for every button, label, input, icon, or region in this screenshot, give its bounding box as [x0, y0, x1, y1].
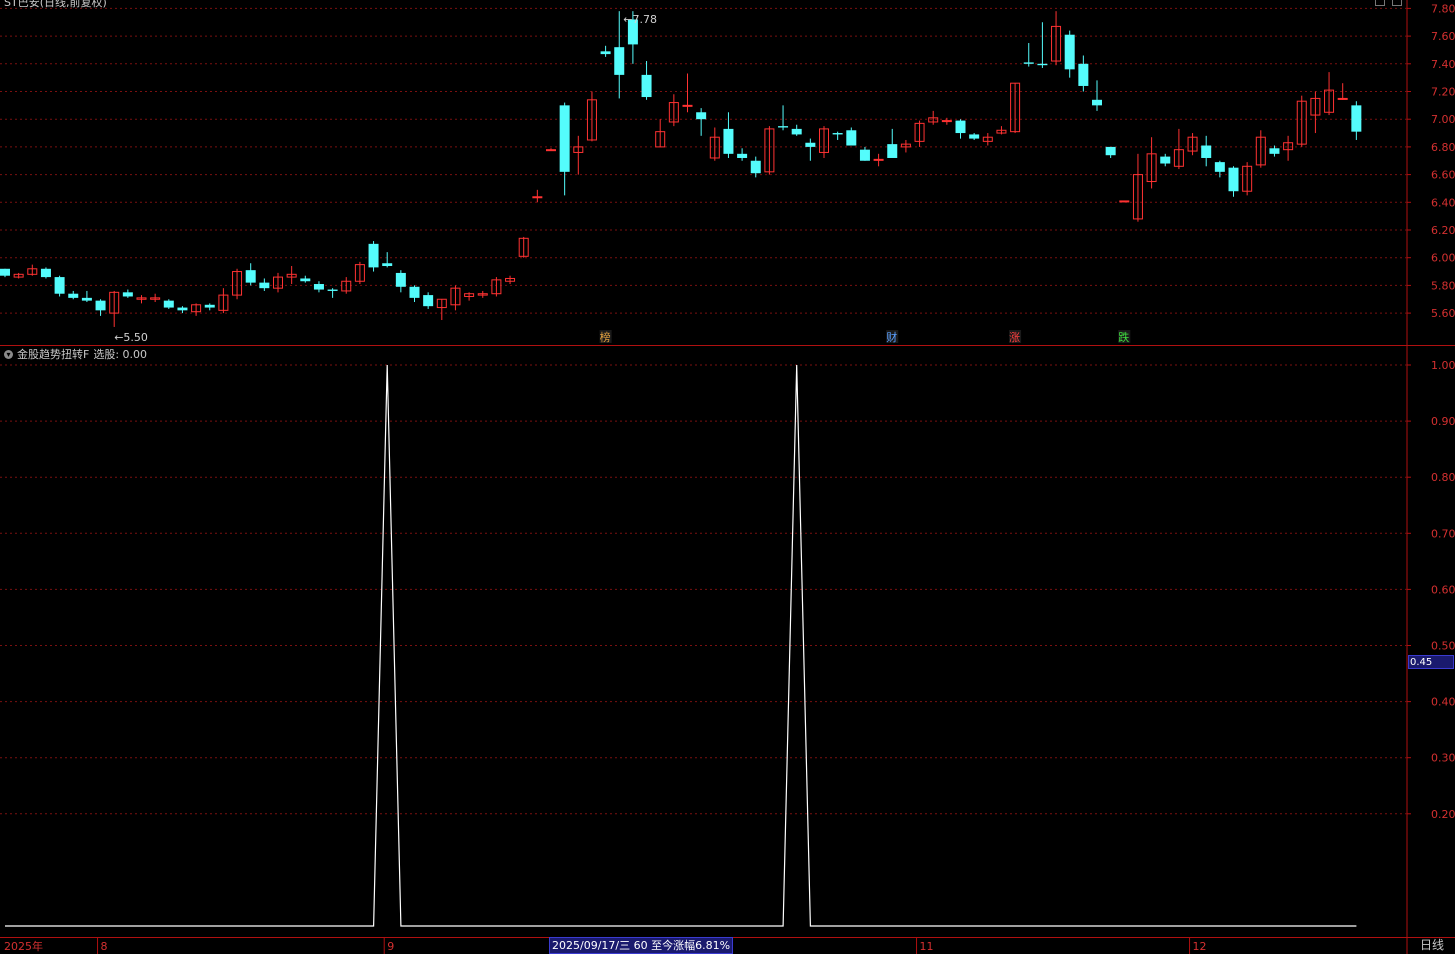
- price-axis-label: 7.20: [1431, 86, 1455, 99]
- candle-body: [313, 284, 324, 290]
- candle-body: [1092, 99, 1102, 106]
- price-axis-label: 6.00: [1431, 252, 1455, 265]
- low-price-annotation: ←5.50: [114, 331, 148, 344]
- indicator-name[interactable]: 金股趋势扭转F: [17, 346, 89, 362]
- candle-body: [1160, 156, 1171, 164]
- candle-body: [327, 289, 338, 291]
- candle-body: [791, 128, 802, 135]
- candle-body: [723, 128, 734, 154]
- candle-body: [0, 268, 10, 276]
- price-axis-label: 6.80: [1431, 141, 1455, 154]
- candle-body: [682, 104, 693, 107]
- candle-body: [1037, 63, 1048, 66]
- price-axis-label: 7.80: [1431, 2, 1455, 15]
- chart-canvas[interactable]: 7.80 7.60 7.40 7.20 7.00 6.80 6.60 6.40 6.20 6.00…: [0, 0, 1455, 954]
- candle-body: [873, 158, 884, 161]
- candle-body: [1064, 34, 1075, 70]
- candle-body: [1337, 97, 1348, 100]
- event-marker: 涨: [1009, 331, 1020, 344]
- candle-body: [941, 120, 952, 123]
- candle-body: [1023, 62, 1034, 64]
- candle-body: [409, 286, 420, 298]
- high-price-annotation: ←7.78: [623, 13, 657, 26]
- candle-body: [245, 270, 256, 283]
- indicator-axis-label: 1.00: [1431, 359, 1455, 372]
- indicator-axis-label: 0.40: [1431, 696, 1455, 709]
- indicator-menu-icon[interactable]: ▾: [4, 349, 13, 359]
- event-marker: 财: [886, 330, 897, 344]
- price-axis-label: 7.40: [1431, 58, 1455, 71]
- candle-body: [1105, 146, 1116, 156]
- candle-body: [1269, 148, 1280, 154]
- price-axis-label: 6.60: [1431, 169, 1455, 182]
- period-button[interactable]: 日线: [1410, 937, 1454, 953]
- candle-body: [300, 278, 311, 282]
- event-marker: 榜: [600, 330, 611, 344]
- candle-body: [600, 51, 611, 55]
- candle-body: [846, 130, 857, 146]
- candle-body: [40, 268, 51, 278]
- indicator-axis-label: 0.30: [1431, 752, 1455, 765]
- indicator-title-bar: ▾ 金股趋势扭转F 选股: 0.00: [4, 346, 147, 362]
- candle-body: [423, 295, 434, 307]
- candle-body: [1201, 145, 1212, 158]
- time-axis-label: 12: [1193, 940, 1207, 953]
- candle-body: [737, 153, 748, 158]
- candle-body: [750, 160, 761, 174]
- indicator-axis-label: 0.80: [1431, 471, 1455, 484]
- candle-body: [368, 243, 379, 268]
- time-axis-label: 2025年: [4, 939, 43, 953]
- kline-title: ST巴安(日线,前复权): [4, 0, 107, 9]
- time-axis-label: 11: [920, 940, 934, 953]
- candle-body: [395, 272, 406, 287]
- candle-body: [955, 120, 966, 134]
- indicator-axis-label: 0.50: [1431, 640, 1455, 653]
- price-axis-label: 6.20: [1431, 224, 1455, 237]
- candle-body: [778, 126, 789, 128]
- candle-body: [614, 47, 625, 75]
- candle-body: [177, 307, 188, 311]
- candle-body: [163, 300, 174, 308]
- candle-body: [696, 112, 707, 120]
- candle-body: [1119, 200, 1130, 203]
- candle-body: [887, 144, 898, 158]
- price-axis-label: 5.60: [1431, 307, 1455, 320]
- candle-body: [204, 304, 215, 308]
- indicator-axis-label: 0.90: [1431, 415, 1455, 428]
- candle-body: [859, 149, 870, 161]
- candle-body: [54, 277, 65, 294]
- candle-body: [1214, 162, 1225, 172]
- candle-body: [95, 300, 106, 311]
- candle-body: [559, 105, 570, 172]
- maximize-icon[interactable]: [1392, 0, 1402, 6]
- candle-body: [68, 293, 79, 298]
- candle-body: [546, 149, 556, 152]
- candle-body: [122, 292, 133, 297]
- time-axis-label: 8: [101, 940, 108, 953]
- candle-body: [382, 263, 393, 267]
- cursor-value-label: 0.45: [1408, 655, 1454, 669]
- indicator-value: 选股: 0.00: [93, 348, 148, 361]
- indicator-axis-label: 0.20: [1431, 808, 1455, 821]
- candle-body: [1228, 167, 1239, 192]
- candle-body: [81, 297, 92, 301]
- indicator-axis-label: 0.70: [1431, 527, 1455, 540]
- candle-body: [259, 282, 270, 289]
- candle-body: [805, 142, 816, 147]
- price-axis-label: 7.60: [1431, 30, 1455, 43]
- candle-body: [832, 133, 843, 135]
- price-axis-label: 7.00: [1431, 113, 1455, 126]
- candle-body: [1078, 63, 1089, 86]
- candle-body: [1351, 105, 1362, 132]
- event-marker: 跌: [1118, 330, 1129, 344]
- expand-icon[interactable]: [1375, 0, 1385, 6]
- time-axis-label: 9: [387, 940, 394, 953]
- price-axis-label: 5.80: [1431, 279, 1455, 292]
- price-axis-label: 6.40: [1431, 196, 1455, 209]
- candle-body: [969, 134, 980, 139]
- candle-body: [641, 74, 652, 98]
- indicator-axis-label: 0.60: [1431, 583, 1455, 596]
- candle-body: [532, 196, 543, 199]
- cursor-date-status: 2025/09/17/三 60 至今涨幅6.81%: [549, 937, 734, 954]
